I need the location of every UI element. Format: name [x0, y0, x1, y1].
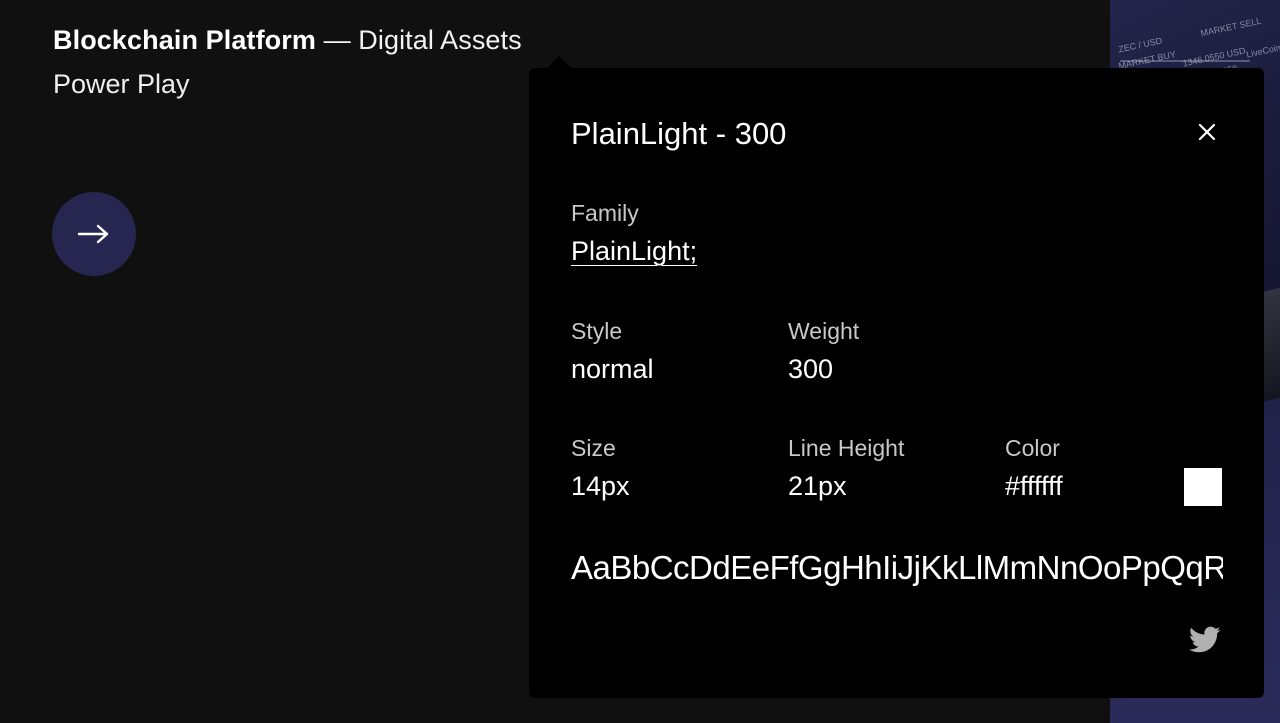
weight-value: 300: [788, 354, 834, 384]
twitter-icon: [1189, 626, 1221, 653]
line-height-value: 21px: [788, 471, 847, 501]
weight-label: Weight: [788, 318, 860, 344]
close-icon: [1198, 123, 1216, 141]
style-value: normal: [571, 354, 654, 384]
close-button[interactable]: [1193, 118, 1221, 146]
size-label: Size: [571, 435, 616, 461]
font-info-popup: PlainLight - 300 Family PlainLight; Styl…: [529, 68, 1264, 698]
page-subheading: Power Play: [53, 69, 190, 99]
page-heading: Blockchain Platform — Digital Assets: [53, 22, 522, 58]
family-value-link[interactable]: PlainLight;: [571, 234, 697, 268]
popup-caret: [547, 56, 571, 68]
heading-bold: Blockchain Platform: [53, 25, 316, 55]
arrow-right-icon: [77, 224, 109, 244]
next-arrow-button[interactable]: [52, 192, 136, 276]
line-height-label: Line Height: [788, 435, 905, 461]
popup-title: PlainLight - 300: [571, 116, 787, 151]
twitter-share-button[interactable]: [1189, 626, 1223, 656]
heading-rest: — Digital Assets: [315, 25, 522, 55]
family-label: Family: [571, 200, 639, 226]
color-label: Color: [1005, 435, 1060, 461]
page: MARKET SELL MARKET BUY ZEC / USD 1346.05…: [0, 0, 1280, 723]
color-value: #ffffff: [1005, 471, 1063, 501]
font-sample-text: AaBbCcDdEeFfGgHhIiJjKkLlMmNnOoPpQqRrSsTt…: [571, 549, 1223, 586]
color-swatch: [1184, 468, 1222, 506]
style-label: Style: [571, 318, 623, 344]
size-value: 14px: [571, 471, 630, 501]
